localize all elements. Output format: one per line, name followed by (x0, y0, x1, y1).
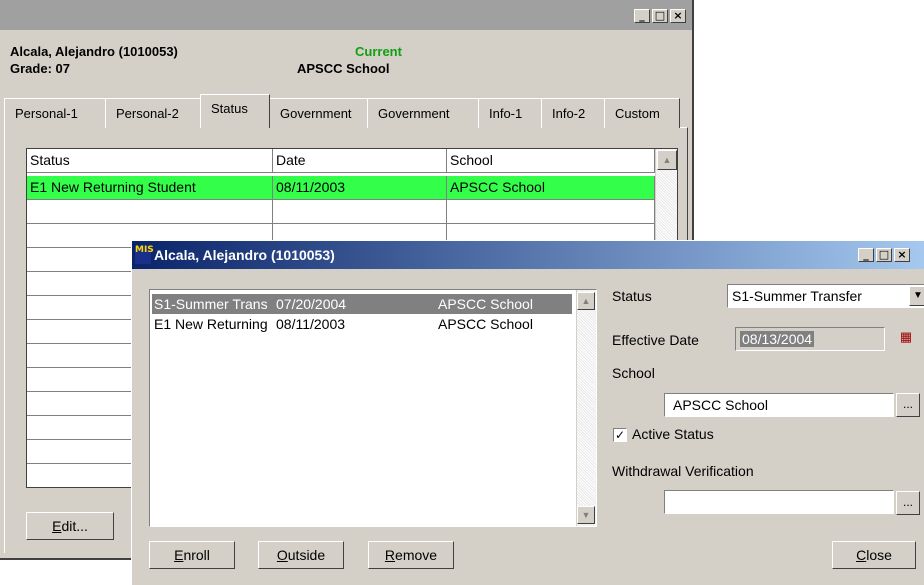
tab-status[interactable]: Status (200, 94, 270, 128)
close-icon[interactable]: × (670, 9, 686, 23)
remove-button[interactable]: Remove (368, 541, 454, 569)
school-cell: APSCC School (447, 176, 655, 200)
tab-personal-2[interactable]: Personal-2 (105, 98, 201, 128)
tab-custom[interactable]: Custom (604, 98, 680, 128)
chevron-down-icon[interactable]: ▼ (909, 286, 924, 306)
enrollment-status: Current (355, 44, 402, 59)
app-logo-icon: MIS (135, 246, 154, 264)
table-row[interactable] (27, 200, 655, 224)
enroll-label: nroll (183, 547, 210, 563)
withdrawal-field[interactable] (664, 490, 894, 514)
ellipsis-icon: ... (902, 397, 913, 411)
edit-button[interactable]: Edit... (26, 512, 114, 540)
status-label: Status (612, 288, 652, 304)
effective-date-value: 08/13/2004 (740, 331, 815, 347)
list-item-school: APSCC School (438, 296, 533, 312)
status-dialog-title: Alcala, Alejandro (1010053) (154, 247, 335, 263)
status-cell: E1 New Returning Student (27, 176, 273, 200)
school-label: School (612, 365, 655, 381)
list-item-date: 08/11/2003 (276, 316, 346, 332)
school-field[interactable]: APSCC School (664, 393, 894, 417)
student-name: Alcala, Alejandro (1010053) (10, 44, 178, 59)
active-status-label: Active Status (632, 426, 714, 442)
school-browse-button[interactable]: ... (896, 393, 920, 417)
close-button[interactable]: Close (832, 541, 916, 569)
status-select[interactable]: S1-Summer Transfer (727, 284, 924, 308)
remove-label: emove (395, 547, 438, 563)
close-icon[interactable]: × (894, 248, 910, 262)
tab-info-1[interactable]: Info-1 (478, 98, 542, 128)
effective-date-label: Effective Date (612, 332, 699, 348)
effective-date-field[interactable]: 08/13/2004 (735, 327, 885, 351)
arrow-up-icon[interactable]: ▲ (657, 150, 677, 170)
close-label: lose (866, 547, 892, 563)
grid-cell (447, 200, 655, 224)
student-grade: Grade: 07 (10, 61, 70, 76)
enroll-button[interactable]: Enroll (149, 541, 235, 569)
column-header-school[interactable]: School (447, 149, 655, 173)
list-item[interactable]: E1 New Returning 08/11/2003 APSCC School (152, 314, 572, 334)
grid-header: Status Date School (27, 149, 655, 173)
list-item-school: APSCC School (438, 316, 533, 332)
withdrawal-label: Withdrawal Verification (612, 463, 754, 479)
edit-button-label: dit... (61, 518, 88, 534)
status-dialog-titlebar[interactable]: MIS Alcala, Alejandro (1010053) _ □ × (132, 241, 924, 269)
ellipsis-icon: ... (902, 495, 913, 509)
tab-info-2[interactable]: Info-2 (541, 98, 605, 128)
remove-mnemonic: R (384, 547, 396, 563)
outside-button[interactable]: Outside (258, 541, 344, 569)
tab-government-2[interactable]: Government (367, 98, 479, 128)
maximize-icon[interactable]: □ (652, 9, 668, 23)
list-item-status: E1 New Returning (154, 316, 268, 332)
withdrawal-browse-button[interactable]: ... (896, 491, 920, 515)
maximize-icon[interactable]: □ (876, 248, 892, 262)
tab-bar: Personal-1 Personal-2 Status Government … (4, 94, 680, 128)
grid-cell (27, 200, 273, 224)
tab-personal-1[interactable]: Personal-1 (4, 98, 106, 128)
minimize-icon[interactable]: _ (858, 248, 874, 262)
status-dialog: MIS Alcala, Alejandro (1010053) _ □ × S1… (131, 240, 924, 585)
tab-government-1[interactable]: Government (269, 98, 368, 128)
outside-label: utside (287, 547, 326, 563)
close-mnemonic: C (856, 547, 867, 563)
arrow-up-icon[interactable]: ▲ (577, 292, 595, 310)
student-window-titlebar[interactable]: _ □ × (0, 0, 692, 30)
grid-cell (273, 200, 447, 224)
status-select-value: S1-Summer Transfer (732, 288, 862, 304)
column-header-date[interactable]: Date (273, 149, 447, 173)
calendar-icon[interactable]: ▦ (896, 329, 916, 349)
table-row[interactable]: E1 New Returning Student 08/11/2003 APSC… (27, 176, 655, 200)
student-school: APSCC School (297, 61, 390, 76)
active-status-checkbox[interactable]: ✓ (613, 428, 627, 442)
date-cell: 08/11/2003 (273, 176, 447, 200)
status-history-list[interactable]: S1-Summer Trans 07/20/2004 APSCC School … (149, 289, 597, 527)
list-item-date: 07/20/2004 (276, 296, 347, 312)
outside-mnemonic: O (276, 547, 288, 563)
column-header-status[interactable]: Status (27, 149, 273, 173)
arrow-down-icon[interactable]: ▼ (577, 506, 595, 524)
list-item-status: S1-Summer Trans (154, 296, 268, 312)
list-scrollbar[interactable]: ▲ ▼ (576, 290, 596, 526)
minimize-icon[interactable]: _ (634, 9, 650, 23)
school-value: APSCC School (673, 397, 768, 413)
list-item[interactable]: S1-Summer Trans 07/20/2004 APSCC School (152, 294, 572, 314)
